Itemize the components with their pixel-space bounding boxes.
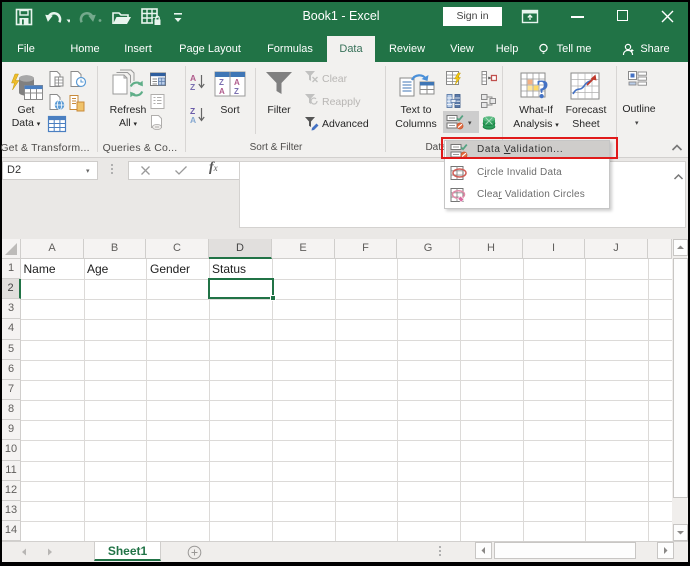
- svg-text:Z: Z: [219, 78, 224, 87]
- svg-text:A: A: [190, 115, 196, 125]
- svg-text:?: ?: [536, 75, 549, 100]
- svg-text:Z: Z: [234, 87, 239, 96]
- svg-text:A: A: [219, 87, 225, 96]
- svg-text:Z: Z: [190, 82, 195, 92]
- svg-text:A: A: [234, 78, 240, 87]
